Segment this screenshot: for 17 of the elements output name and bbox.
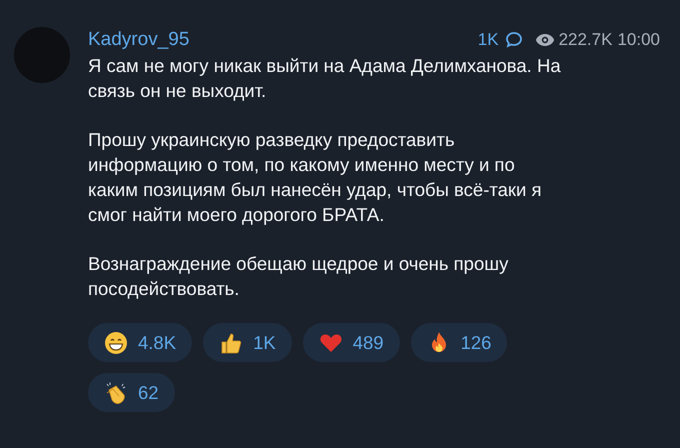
- grinning-face-icon: [104, 330, 128, 354]
- message-paragraph: Вознаграждение обещаю щедрое и очень прошу посодействовать.: [88, 252, 510, 301]
- message-paragraph: Прошу украинскую разведку предоставить информацию о том, по какому именно месту и по каким позициям был нанесён удар, чтобы всё-таки я смог найти моего дорогого БРАТА.: [88, 128, 543, 227]
- reaction-chip[interactable]: 62: [88, 373, 175, 412]
- post-time: 10:00: [617, 29, 660, 52]
- view-count: 222.7K: [558, 29, 612, 52]
- comment-count[interactable]: 1K: [478, 27, 499, 53]
- thumbs-up-icon: [219, 330, 244, 354]
- clapping-hands-icon: [104, 380, 128, 404]
- eye-icon: [534, 33, 555, 47]
- comment-icon[interactable]: [504, 31, 523, 49]
- reaction-chip[interactable]: 4.8K: [88, 323, 192, 362]
- reaction-chip[interactable]: 1K: [203, 323, 292, 362]
- reaction-chip[interactable]: 489: [302, 323, 400, 362]
- reaction-chip[interactable]: 126: [410, 323, 508, 362]
- author-name[interactable]: Kadyrov_95: [88, 26, 190, 54]
- message-paragraph: Я сам не могу никак выйти на Адама Делимханова. На связь он не выходит.: [88, 54, 562, 103]
